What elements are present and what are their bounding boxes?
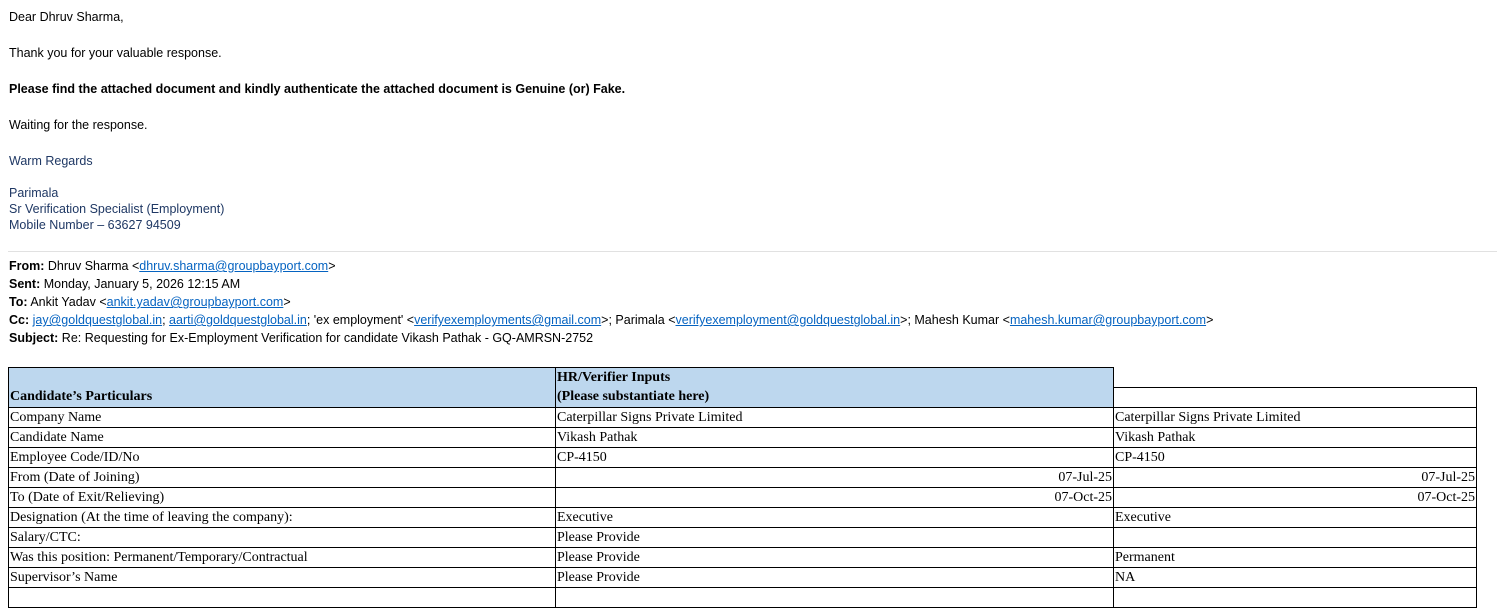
sent-date: Monday, January 5, 2026 12:15 AM <box>43 277 241 291</box>
table-row: To (Date of Exit/Relieving) 07-Oct-25 07-O… <box>8 486 1477 508</box>
cc-email-link[interactable]: verifyexemployments@gmail.com <box>414 313 601 327</box>
sent-label: Sent: <box>9 277 41 291</box>
verification-table: HR/Verifier Inputs Candidate’s Particula… <box>8 367 1477 608</box>
row-label: Designation (At the time of leaving the … <box>8 506 556 528</box>
cc-label: Cc: <box>9 313 30 327</box>
row-hr-input: 07-Jul-25 <box>555 466 1114 488</box>
signature-title: Sr Verification Specialist (Employment) <box>9 202 225 216</box>
cc-line: Cc: jay@goldquestglobal.in; aarti@goldqu… <box>9 313 1214 327</box>
row-label: Salary/CTC: <box>8 526 556 548</box>
signature-mobile: Mobile Number – 63627 94509 <box>9 218 181 232</box>
table-row: Employee Code/ID/No CP-4150 CP-4150 <box>8 446 1477 468</box>
header-substantiate: (Please substantiate here) <box>555 387 1114 408</box>
row-label: Candidate Name <box>8 426 556 448</box>
table-row: Company Name Caterpillar Signs Private Li… <box>8 406 1477 428</box>
greeting: Dear Dhruv Sharma, <box>9 10 124 24</box>
subject-label: Subject: <box>9 331 59 345</box>
to-name: Ankit Yadav < <box>30 295 107 309</box>
row-label: Supervisor’s Name <box>8 566 556 588</box>
header-cell-empty <box>8 367 556 387</box>
row-cell-empty <box>8 586 556 608</box>
row-hr-input: Please Provide <box>555 526 1114 548</box>
from-name: Dhruv Sharma < <box>47 259 140 273</box>
request-text: Please find the attached document and ki… <box>9 82 626 96</box>
row-value: Caterpillar Signs Private Limited <box>1113 406 1477 428</box>
table-row: Salary/CTC: Please Provide <box>8 526 1477 548</box>
row-value: 07-Jul-25 <box>1113 466 1477 488</box>
to-label: To: <box>9 295 28 309</box>
row-value: 07-Oct-25 <box>1113 486 1477 508</box>
cc-name: 'ex employment' < <box>313 313 415 327</box>
cc-name: Mahesh Kumar < <box>914 313 1010 327</box>
table-row: Supervisor’s Name Please Provide NA <box>8 566 1477 588</box>
row-hr-input: Please Provide <box>555 546 1114 568</box>
row-value: CP-4150 <box>1113 446 1477 468</box>
row-value: NA <box>1113 566 1477 588</box>
header-candidate-particulars: Candidate’s Particulars <box>8 387 556 408</box>
row-label: Company Name <box>8 406 556 428</box>
cc-email-link[interactable]: aarti@goldquestglobal.in <box>169 313 307 327</box>
cc-name: Parimala < <box>615 313 676 327</box>
header-cell-value <box>1113 386 1477 408</box>
divider <box>8 251 1497 252</box>
thanks-text: Thank you for your valuable response. <box>9 46 222 60</box>
row-hr-input: Please Provide <box>555 566 1114 588</box>
table-header-row: Candidate’s Particulars (Please substant… <box>8 386 1477 408</box>
table-header-row: HR/Verifier Inputs <box>8 367 1477 388</box>
header-hr-inputs: HR/Verifier Inputs <box>555 367 1114 387</box>
subject-text: Re: Requesting for Ex-Employment Verific… <box>61 331 594 345</box>
row-label: Employee Code/ID/No <box>8 446 556 468</box>
row-label: To (Date of Exit/Relieving) <box>8 486 556 508</box>
regards: Warm Regards <box>9 154 93 168</box>
row-value <box>1113 526 1477 548</box>
row-value: Vikash Pathak <box>1113 426 1477 448</box>
to-email-link[interactable]: ankit.yadav@groupbayport.com <box>107 295 284 309</box>
row-hr-input: CP-4150 <box>555 446 1114 468</box>
header-cell-blank <box>1114 368 1477 388</box>
sent-line: Sent: Monday, January 5, 2026 12:15 AM <box>9 276 240 292</box>
table-row: Candidate Name Vikash Pathak Vikash Pathak <box>8 426 1477 448</box>
row-cell-empty <box>1113 586 1477 608</box>
from-email-link[interactable]: dhruv.sharma@groupbayport.com <box>139 259 328 273</box>
row-hr-input: Vikash Pathak <box>555 426 1114 448</box>
table-row <box>8 586 1477 608</box>
row-hr-input: Executive <box>555 506 1114 528</box>
row-value: Executive <box>1113 506 1477 528</box>
from-label: From: <box>9 259 45 273</box>
cc-email-link[interactable]: mahesh.kumar@groupbayport.com <box>1010 313 1206 327</box>
table-row: Was this position: Permanent/Temporary/C… <box>8 546 1477 568</box>
row-hr-input: 07-Oct-25 <box>555 486 1114 508</box>
row-hr-input: Caterpillar Signs Private Limited <box>555 406 1114 428</box>
cc-email-link[interactable]: verifyexemployment@goldquestglobal.in <box>676 313 901 327</box>
row-value: Permanent <box>1113 546 1477 568</box>
row-label: From (Date of Joining) <box>8 466 556 488</box>
row-label: Was this position: Permanent/Temporary/C… <box>8 546 556 568</box>
from-line: From: Dhruv Sharma <dhruv.sharma@groupba… <box>9 259 336 273</box>
cc-email-link[interactable]: jay@goldquestglobal.in <box>33 313 162 327</box>
subject-line: Subject: Re: Requesting for Ex-Employmen… <box>9 330 593 346</box>
waiting-text: Waiting for the response. <box>9 118 148 132</box>
table-row: Designation (At the time of leaving the … <box>8 506 1477 528</box>
table-row: From (Date of Joining) 07-Jul-25 07-Jul-25 <box>8 466 1477 488</box>
to-line: To: Ankit Yadav <ankit.yadav@groupbaypor… <box>9 295 291 309</box>
signature-name: Parimala <box>9 186 59 200</box>
row-cell-empty <box>555 586 1114 608</box>
